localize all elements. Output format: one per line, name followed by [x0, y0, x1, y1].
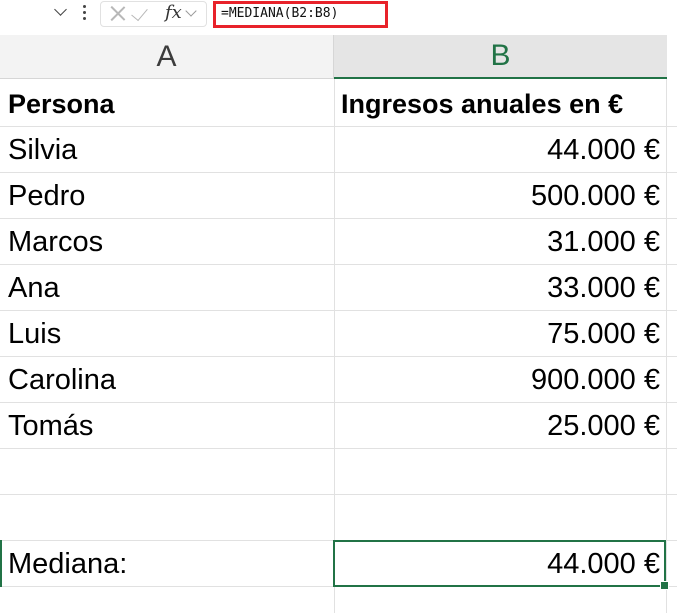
formula-bar: fx =MEDIANA(B2:B8) — [0, 0, 677, 28]
chevron-down-icon[interactable] — [54, 3, 67, 16]
cell-a11[interactable]: Mediana: — [8, 541, 328, 587]
cell-a4[interactable]: Marcos — [8, 219, 328, 265]
cell-a2[interactable]: Silvia — [8, 127, 328, 173]
name-box[interactable] — [0, 0, 72, 25]
column-header-b[interactable]: B — [334, 35, 667, 79]
cell-a7[interactable]: Carolina — [8, 357, 328, 403]
row-edge-marker — [0, 540, 2, 587]
cell-a6[interactable]: Luis — [8, 311, 328, 357]
cell-b2[interactable]: 44.000 € — [336, 127, 660, 173]
cell-a5[interactable]: Ana — [8, 265, 328, 311]
enter-icon[interactable] — [131, 3, 148, 22]
cell-b8[interactable]: 25.000 € — [336, 403, 660, 449]
cell-b6[interactable]: 75.000 € — [336, 311, 660, 357]
cell-b5[interactable]: 33.000 € — [336, 265, 660, 311]
more-vertical-icon[interactable] — [83, 5, 87, 21]
cell-b7[interactable]: 900.000 € — [336, 357, 660, 403]
column-header-a[interactable]: A — [0, 35, 334, 79]
cell-a3[interactable]: Pedro — [8, 173, 328, 219]
formula-buttons: fx — [100, 1, 207, 27]
cell-b3[interactable]: 500.000 € — [336, 173, 660, 219]
cell-b11[interactable]: 44.000 € — [336, 541, 660, 587]
fill-handle[interactable] — [660, 581, 669, 590]
chevron-down-icon[interactable] — [185, 5, 197, 17]
cancel-icon[interactable] — [109, 4, 127, 22]
cell-b1[interactable]: Ingresos anuales en € — [341, 81, 665, 127]
formula-text: =MEDIANA(B2:B8) — [221, 6, 339, 21]
cell-a8[interactable]: Tomás — [8, 403, 328, 449]
fx-icon[interactable]: fx — [165, 2, 182, 23]
cell-b4[interactable]: 31.000 € — [336, 219, 660, 265]
formula-input[interactable]: =MEDIANA(B2:B8) — [213, 1, 388, 28]
cell-a1[interactable]: Persona — [8, 81, 328, 127]
